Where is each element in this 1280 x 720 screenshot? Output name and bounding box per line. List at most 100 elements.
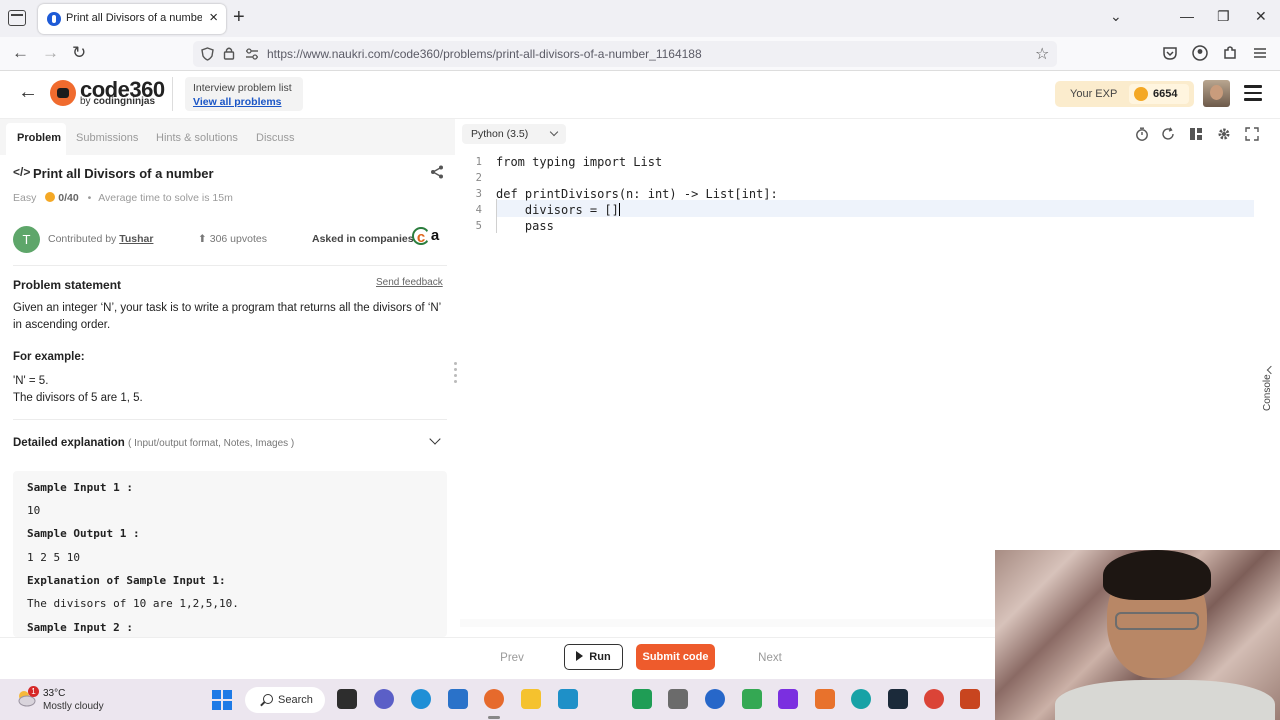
restore-window-icon[interactable]: ❐ <box>1217 8 1230 25</box>
exp-value-pill: 6654 <box>1129 84 1189 104</box>
store-icon[interactable] <box>448 689 468 709</box>
submit-code-button[interactable]: Submit code <box>636 644 715 670</box>
webcam-person-body <box>1055 680 1275 720</box>
exp-badge[interactable]: Your EXP 6654 <box>1055 81 1194 107</box>
minimize-window-icon[interactable]: — <box>1180 8 1194 24</box>
header-divider <box>172 77 173 111</box>
account-icon[interactable] <box>1192 45 1208 61</box>
app-notion-icon[interactable] <box>888 689 908 709</box>
user-avatar[interactable] <box>1203 80 1230 107</box>
browser-tab-bar: Print all Divisors of a number - … × + ⌄… <box>0 0 1280 37</box>
address-bar[interactable]: https://www.naukri.com/code360/problems/… <box>193 41 1057 67</box>
fullscreen-icon[interactable] <box>1245 127 1259 141</box>
tab-overflow-chevron-icon[interactable]: ⌄ <box>1110 8 1122 25</box>
windows-start-icon[interactable] <box>212 690 232 710</box>
forward-icon[interactable]: → <box>42 43 59 63</box>
active-app-indicator <box>488 716 500 719</box>
weather-temperature[interactable]: 33°C <box>43 688 65 699</box>
tab-list-icon[interactable] <box>8 10 26 26</box>
pocket-icon[interactable] <box>1162 45 1178 61</box>
console-toggle[interactable]: Console <box>1260 359 1280 429</box>
layout-icon[interactable] <box>1189 127 1203 141</box>
firefox-icon[interactable] <box>484 689 504 709</box>
sample-heading: Sample Input 2 : <box>27 621 133 634</box>
asked-in-companies-label: Asked in companies <box>312 233 414 245</box>
view-all-problems-link[interactable]: View all problems <box>193 96 282 108</box>
notification-badge: 1 <box>28 686 39 697</box>
meta-dot-icon: • <box>87 192 92 204</box>
bookmark-star-icon[interactable]: ☆ <box>1035 44 1049 64</box>
upvote-count[interactable]: ⬆ 306 upvotes <box>198 233 267 245</box>
language-select[interactable]: Python (3.5) <box>462 124 566 144</box>
tab-hints-solutions[interactable]: Hints & solutions <box>156 132 238 144</box>
search-icon <box>263 694 273 704</box>
app-menu-icon[interactable] <box>1252 45 1268 61</box>
google-drive-icon[interactable] <box>742 689 762 709</box>
hamburger-menu-icon[interactable] <box>1244 85 1262 101</box>
code-line: def printDivisors(n: int) -> List[int]: <box>496 187 778 201</box>
tab-discuss[interactable]: Discuss <box>256 132 295 144</box>
taskbar-search[interactable]: Search <box>245 687 325 713</box>
powerpoint-icon[interactable] <box>960 689 980 709</box>
file-explorer-icon[interactable] <box>521 689 541 709</box>
panel-resize-handle[interactable] <box>454 362 458 388</box>
shield-icon[interactable] <box>201 47 214 61</box>
tab-problem[interactable]: Problem <box>17 132 61 144</box>
close-window-icon[interactable]: ✕ <box>1255 8 1267 25</box>
new-tab-icon[interactable]: + <box>233 6 245 29</box>
weather-description[interactable]: Mostly cloudy <box>43 701 104 712</box>
webcam-person-glasses <box>1115 612 1199 630</box>
camera-icon[interactable] <box>668 689 688 709</box>
close-tab-icon[interactable]: × <box>209 9 218 26</box>
score-label: 0/40 <box>58 192 79 204</box>
problem-panel: Problem Submissions Hints & solutions Di… <box>0 119 455 637</box>
webcam-overlay-image <box>995 550 1280 720</box>
app-p-icon[interactable] <box>778 689 798 709</box>
permissions-icon[interactable] <box>245 48 259 60</box>
webcam-person-hair <box>1103 550 1211 600</box>
example-heading: For example: <box>13 351 85 363</box>
task-view-icon[interactable] <box>337 689 357 709</box>
line-number: 2 <box>475 172 482 184</box>
tab-submissions[interactable]: Submissions <box>76 132 138 144</box>
upvote-arrow-icon: ⬆ <box>198 233 207 245</box>
settings-gear-icon[interactable] <box>1217 127 1231 141</box>
app-l-icon[interactable] <box>558 689 578 709</box>
run-button[interactable]: Run <box>564 644 623 670</box>
browser-tab-active[interactable]: Print all Divisors of a number - … × <box>38 4 226 34</box>
app-puzzle-icon[interactable] <box>815 689 835 709</box>
amazon-logo-icon[interactable]: a <box>426 227 444 245</box>
editor-toolbar: Python (3.5) <box>460 119 1280 153</box>
difficulty-label: Easy <box>13 192 37 204</box>
line-number: 1 <box>475 156 482 168</box>
code-line: from typing import List <box>496 155 663 169</box>
reset-code-icon[interactable] <box>1161 127 1175 141</box>
calculator-plus-icon[interactable] <box>632 689 652 709</box>
problem-list-box[interactable]: Interview problem list View all problems <box>185 77 303 111</box>
code360-logo-icon[interactable] <box>50 80 76 106</box>
reload-icon[interactable]: ↻ <box>72 43 86 63</box>
chevron-down-icon <box>549 127 559 137</box>
url-text: https://www.naukri.com/code360/problems/… <box>267 47 702 61</box>
prev-button[interactable]: Prev <box>487 646 537 670</box>
send-feedback-link[interactable]: Send feedback <box>376 277 443 288</box>
contributor-link[interactable]: Tushar <box>119 233 153 245</box>
coin-icon <box>1134 87 1148 101</box>
chrome-icon[interactable] <box>924 689 944 709</box>
edge-browser-icon[interactable] <box>411 689 431 709</box>
chevron-down-icon[interactable] <box>429 433 441 445</box>
detailed-explanation-toggle[interactable]: Detailed explanation ( Input/output form… <box>13 437 294 449</box>
back-icon[interactable]: ← <box>12 43 29 63</box>
next-button[interactable]: Next <box>745 646 795 670</box>
skype-icon[interactable] <box>705 689 725 709</box>
extensions-icon[interactable] <box>1222 45 1238 61</box>
teams-chat-icon[interactable] <box>374 689 394 709</box>
timer-icon[interactable] <box>1135 127 1149 141</box>
problem-title: Print all Divisors of a number <box>33 166 214 181</box>
tab-title: Print all Divisors of a number - … <box>66 12 202 24</box>
share-icon[interactable] <box>430 165 444 179</box>
back-arrow-icon[interactable]: ← <box>18 81 38 104</box>
coin-icon <box>45 192 56 202</box>
arduino-icon[interactable] <box>851 689 871 709</box>
lock-icon[interactable] <box>223 46 235 60</box>
